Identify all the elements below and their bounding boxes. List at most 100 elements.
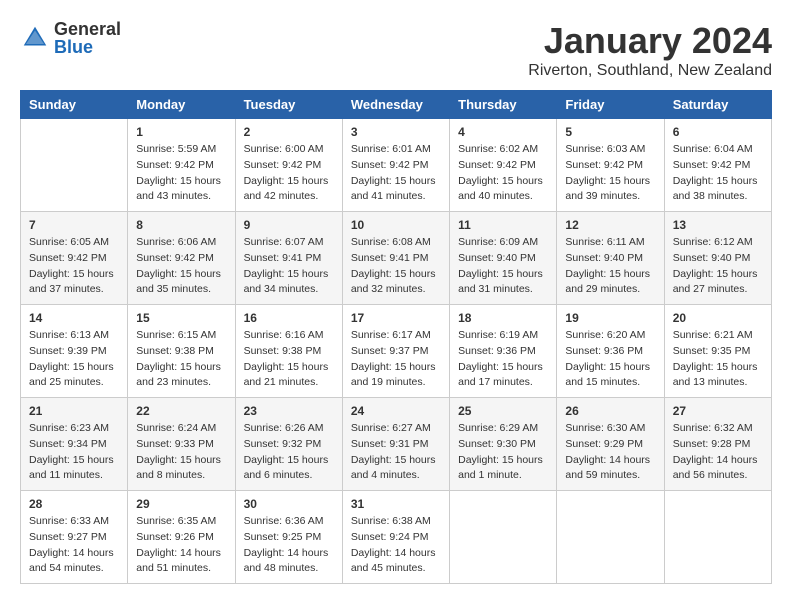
day-info: Sunrise: 6:06 AMSunset: 9:42 PMDaylight:… xyxy=(136,235,226,298)
day-number: 6 xyxy=(673,125,763,139)
week-row-4: 21 Sunrise: 6:23 AMSunset: 9:34 PMDayligh… xyxy=(21,398,772,491)
calendar-cell: 28 Sunrise: 6:33 AMSunset: 9:27 PMDayligh… xyxy=(21,491,128,584)
day-info: Sunrise: 6:15 AMSunset: 9:38 PMDaylight:… xyxy=(136,328,226,391)
header-day-wednesday: Wednesday xyxy=(342,91,449,119)
calendar-cell: 5 Sunrise: 6:03 AMSunset: 9:42 PMDaylight… xyxy=(557,119,664,212)
calendar-cell: 17 Sunrise: 6:17 AMSunset: 9:37 PMDayligh… xyxy=(342,305,449,398)
calendar-body: 1 Sunrise: 5:59 AMSunset: 9:42 PMDaylight… xyxy=(21,119,772,584)
calendar-cell: 2 Sunrise: 6:00 AMSunset: 9:42 PMDaylight… xyxy=(235,119,342,212)
day-info: Sunrise: 6:29 AMSunset: 9:30 PMDaylight:… xyxy=(458,421,548,484)
day-number: 26 xyxy=(565,404,655,418)
calendar-cell xyxy=(21,119,128,212)
day-number: 25 xyxy=(458,404,548,418)
day-number: 21 xyxy=(29,404,119,418)
day-info: Sunrise: 6:33 AMSunset: 9:27 PMDaylight:… xyxy=(29,514,119,577)
day-info: Sunrise: 6:38 AMSunset: 9:24 PMDaylight:… xyxy=(351,514,441,577)
title-section: January 2024 Riverton, Southland, New Ze… xyxy=(528,20,772,80)
day-number: 17 xyxy=(351,311,441,325)
day-number: 16 xyxy=(244,311,334,325)
logo-text: General Blue xyxy=(54,20,121,56)
day-number: 8 xyxy=(136,218,226,232)
calendar-cell: 14 Sunrise: 6:13 AMSunset: 9:39 PMDayligh… xyxy=(21,305,128,398)
day-info: Sunrise: 5:59 AMSunset: 9:42 PMDaylight:… xyxy=(136,142,226,205)
day-info: Sunrise: 6:17 AMSunset: 9:37 PMDaylight:… xyxy=(351,328,441,391)
calendar-cell: 9 Sunrise: 6:07 AMSunset: 9:41 PMDaylight… xyxy=(235,212,342,305)
calendar-cell: 1 Sunrise: 5:59 AMSunset: 9:42 PMDaylight… xyxy=(128,119,235,212)
calendar-cell xyxy=(664,491,771,584)
calendar-cell xyxy=(557,491,664,584)
week-row-3: 14 Sunrise: 6:13 AMSunset: 9:39 PMDayligh… xyxy=(21,305,772,398)
calendar-cell: 11Sunrise: 6:09 AMSunset: 9:40 PMDayligh… xyxy=(450,212,557,305)
day-number: 20 xyxy=(673,311,763,325)
day-info: Sunrise: 6:04 AMSunset: 9:42 PMDaylight:… xyxy=(673,142,763,205)
header: General Blue January 2024 Riverton, Sout… xyxy=(20,20,772,80)
day-info: Sunrise: 6:20 AMSunset: 9:36 PMDaylight:… xyxy=(565,328,655,391)
calendar-cell: 24 Sunrise: 6:27 AMSunset: 9:31 PMDayligh… xyxy=(342,398,449,491)
day-number: 2 xyxy=(244,125,334,139)
day-number: 28 xyxy=(29,497,119,511)
day-number: 10 xyxy=(351,218,441,232)
day-number: 22 xyxy=(136,404,226,418)
calendar-cell: 7Sunrise: 6:05 AMSunset: 9:42 PMDaylight… xyxy=(21,212,128,305)
day-info: Sunrise: 6:09 AMSunset: 9:40 PMDaylight:… xyxy=(458,235,548,298)
day-info: Sunrise: 6:23 AMSunset: 9:34 PMDaylight:… xyxy=(29,421,119,484)
calendar-cell: 21 Sunrise: 6:23 AMSunset: 9:34 PMDayligh… xyxy=(21,398,128,491)
day-info: Sunrise: 6:36 AMSunset: 9:25 PMDaylight:… xyxy=(244,514,334,577)
day-number: 4 xyxy=(458,125,548,139)
day-info: Sunrise: 6:03 AMSunset: 9:42 PMDaylight:… xyxy=(565,142,655,205)
day-number: 7 xyxy=(29,218,119,232)
header-day-tuesday: Tuesday xyxy=(235,91,342,119)
calendar-cell: 19 Sunrise: 6:20 AMSunset: 9:36 PMDayligh… xyxy=(557,305,664,398)
day-info: Sunrise: 6:27 AMSunset: 9:31 PMDaylight:… xyxy=(351,421,441,484)
day-number: 18 xyxy=(458,311,548,325)
calendar-cell: 8 Sunrise: 6:06 AMSunset: 9:42 PMDaylight… xyxy=(128,212,235,305)
week-row-5: 28 Sunrise: 6:33 AMSunset: 9:27 PMDayligh… xyxy=(21,491,772,584)
header-row: SundayMondayTuesdayWednesdayThursdayFrid… xyxy=(21,91,772,119)
day-info: Sunrise: 6:01 AMSunset: 9:42 PMDaylight:… xyxy=(351,142,441,205)
day-info: Sunrise: 6:32 AMSunset: 9:28 PMDaylight:… xyxy=(673,421,763,484)
day-info: Sunrise: 6:16 AMSunset: 9:38 PMDaylight:… xyxy=(244,328,334,391)
day-number: 5 xyxy=(565,125,655,139)
day-info: Sunrise: 6:00 AMSunset: 9:42 PMDaylight:… xyxy=(244,142,334,205)
calendar-cell: 13 Sunrise: 6:12 AMSunset: 9:40 PMDayligh… xyxy=(664,212,771,305)
header-day-sunday: Sunday xyxy=(21,91,128,119)
day-info: Sunrise: 6:11 AMSunset: 9:40 PMDaylight:… xyxy=(565,235,655,298)
calendar-cell: 25 Sunrise: 6:29 AMSunset: 9:30 PMDayligh… xyxy=(450,398,557,491)
day-number: 30 xyxy=(244,497,334,511)
calendar-cell: 6 Sunrise: 6:04 AMSunset: 9:42 PMDaylight… xyxy=(664,119,771,212)
calendar-cell xyxy=(450,491,557,584)
location-title: Riverton, Southland, New Zealand xyxy=(528,62,772,80)
day-info: Sunrise: 6:24 AMSunset: 9:33 PMDaylight:… xyxy=(136,421,226,484)
calendar-cell: 10Sunrise: 6:08 AMSunset: 9:41 PMDayligh… xyxy=(342,212,449,305)
month-title: January 2024 xyxy=(528,20,772,62)
logo-general-text: General xyxy=(54,20,121,38)
header-day-friday: Friday xyxy=(557,91,664,119)
day-number: 19 xyxy=(565,311,655,325)
day-number: 12 xyxy=(565,218,655,232)
day-info: Sunrise: 6:07 AMSunset: 9:41 PMDaylight:… xyxy=(244,235,334,298)
day-number: 14 xyxy=(29,311,119,325)
header-day-thursday: Thursday xyxy=(450,91,557,119)
logo-blue-text: Blue xyxy=(54,38,121,56)
day-number: 24 xyxy=(351,404,441,418)
calendar-table: SundayMondayTuesdayWednesdayThursdayFrid… xyxy=(20,90,772,584)
calendar-cell: 30 Sunrise: 6:36 AMSunset: 9:25 PMDayligh… xyxy=(235,491,342,584)
day-number: 31 xyxy=(351,497,441,511)
week-row-1: 1 Sunrise: 5:59 AMSunset: 9:42 PMDaylight… xyxy=(21,119,772,212)
day-number: 1 xyxy=(136,125,226,139)
day-number: 15 xyxy=(136,311,226,325)
day-number: 13 xyxy=(673,218,763,232)
calendar-cell: 12 Sunrise: 6:11 AMSunset: 9:40 PMDayligh… xyxy=(557,212,664,305)
calendar-cell: 16 Sunrise: 6:16 AMSunset: 9:38 PMDayligh… xyxy=(235,305,342,398)
day-info: Sunrise: 6:35 AMSunset: 9:26 PMDaylight:… xyxy=(136,514,226,577)
day-info: Sunrise: 6:19 AMSunset: 9:36 PMDaylight:… xyxy=(458,328,548,391)
header-day-monday: Monday xyxy=(128,91,235,119)
day-info: Sunrise: 6:02 AMSunset: 9:42 PMDaylight:… xyxy=(458,142,548,205)
day-info: Sunrise: 6:13 AMSunset: 9:39 PMDaylight:… xyxy=(29,328,119,391)
day-number: 9 xyxy=(244,218,334,232)
header-day-saturday: Saturday xyxy=(664,91,771,119)
day-info: Sunrise: 6:12 AMSunset: 9:40 PMDaylight:… xyxy=(673,235,763,298)
calendar-cell: 22 Sunrise: 6:24 AMSunset: 9:33 PMDayligh… xyxy=(128,398,235,491)
day-number: 3 xyxy=(351,125,441,139)
calendar-cell: 23Sunrise: 6:26 AMSunset: 9:32 PMDayligh… xyxy=(235,398,342,491)
